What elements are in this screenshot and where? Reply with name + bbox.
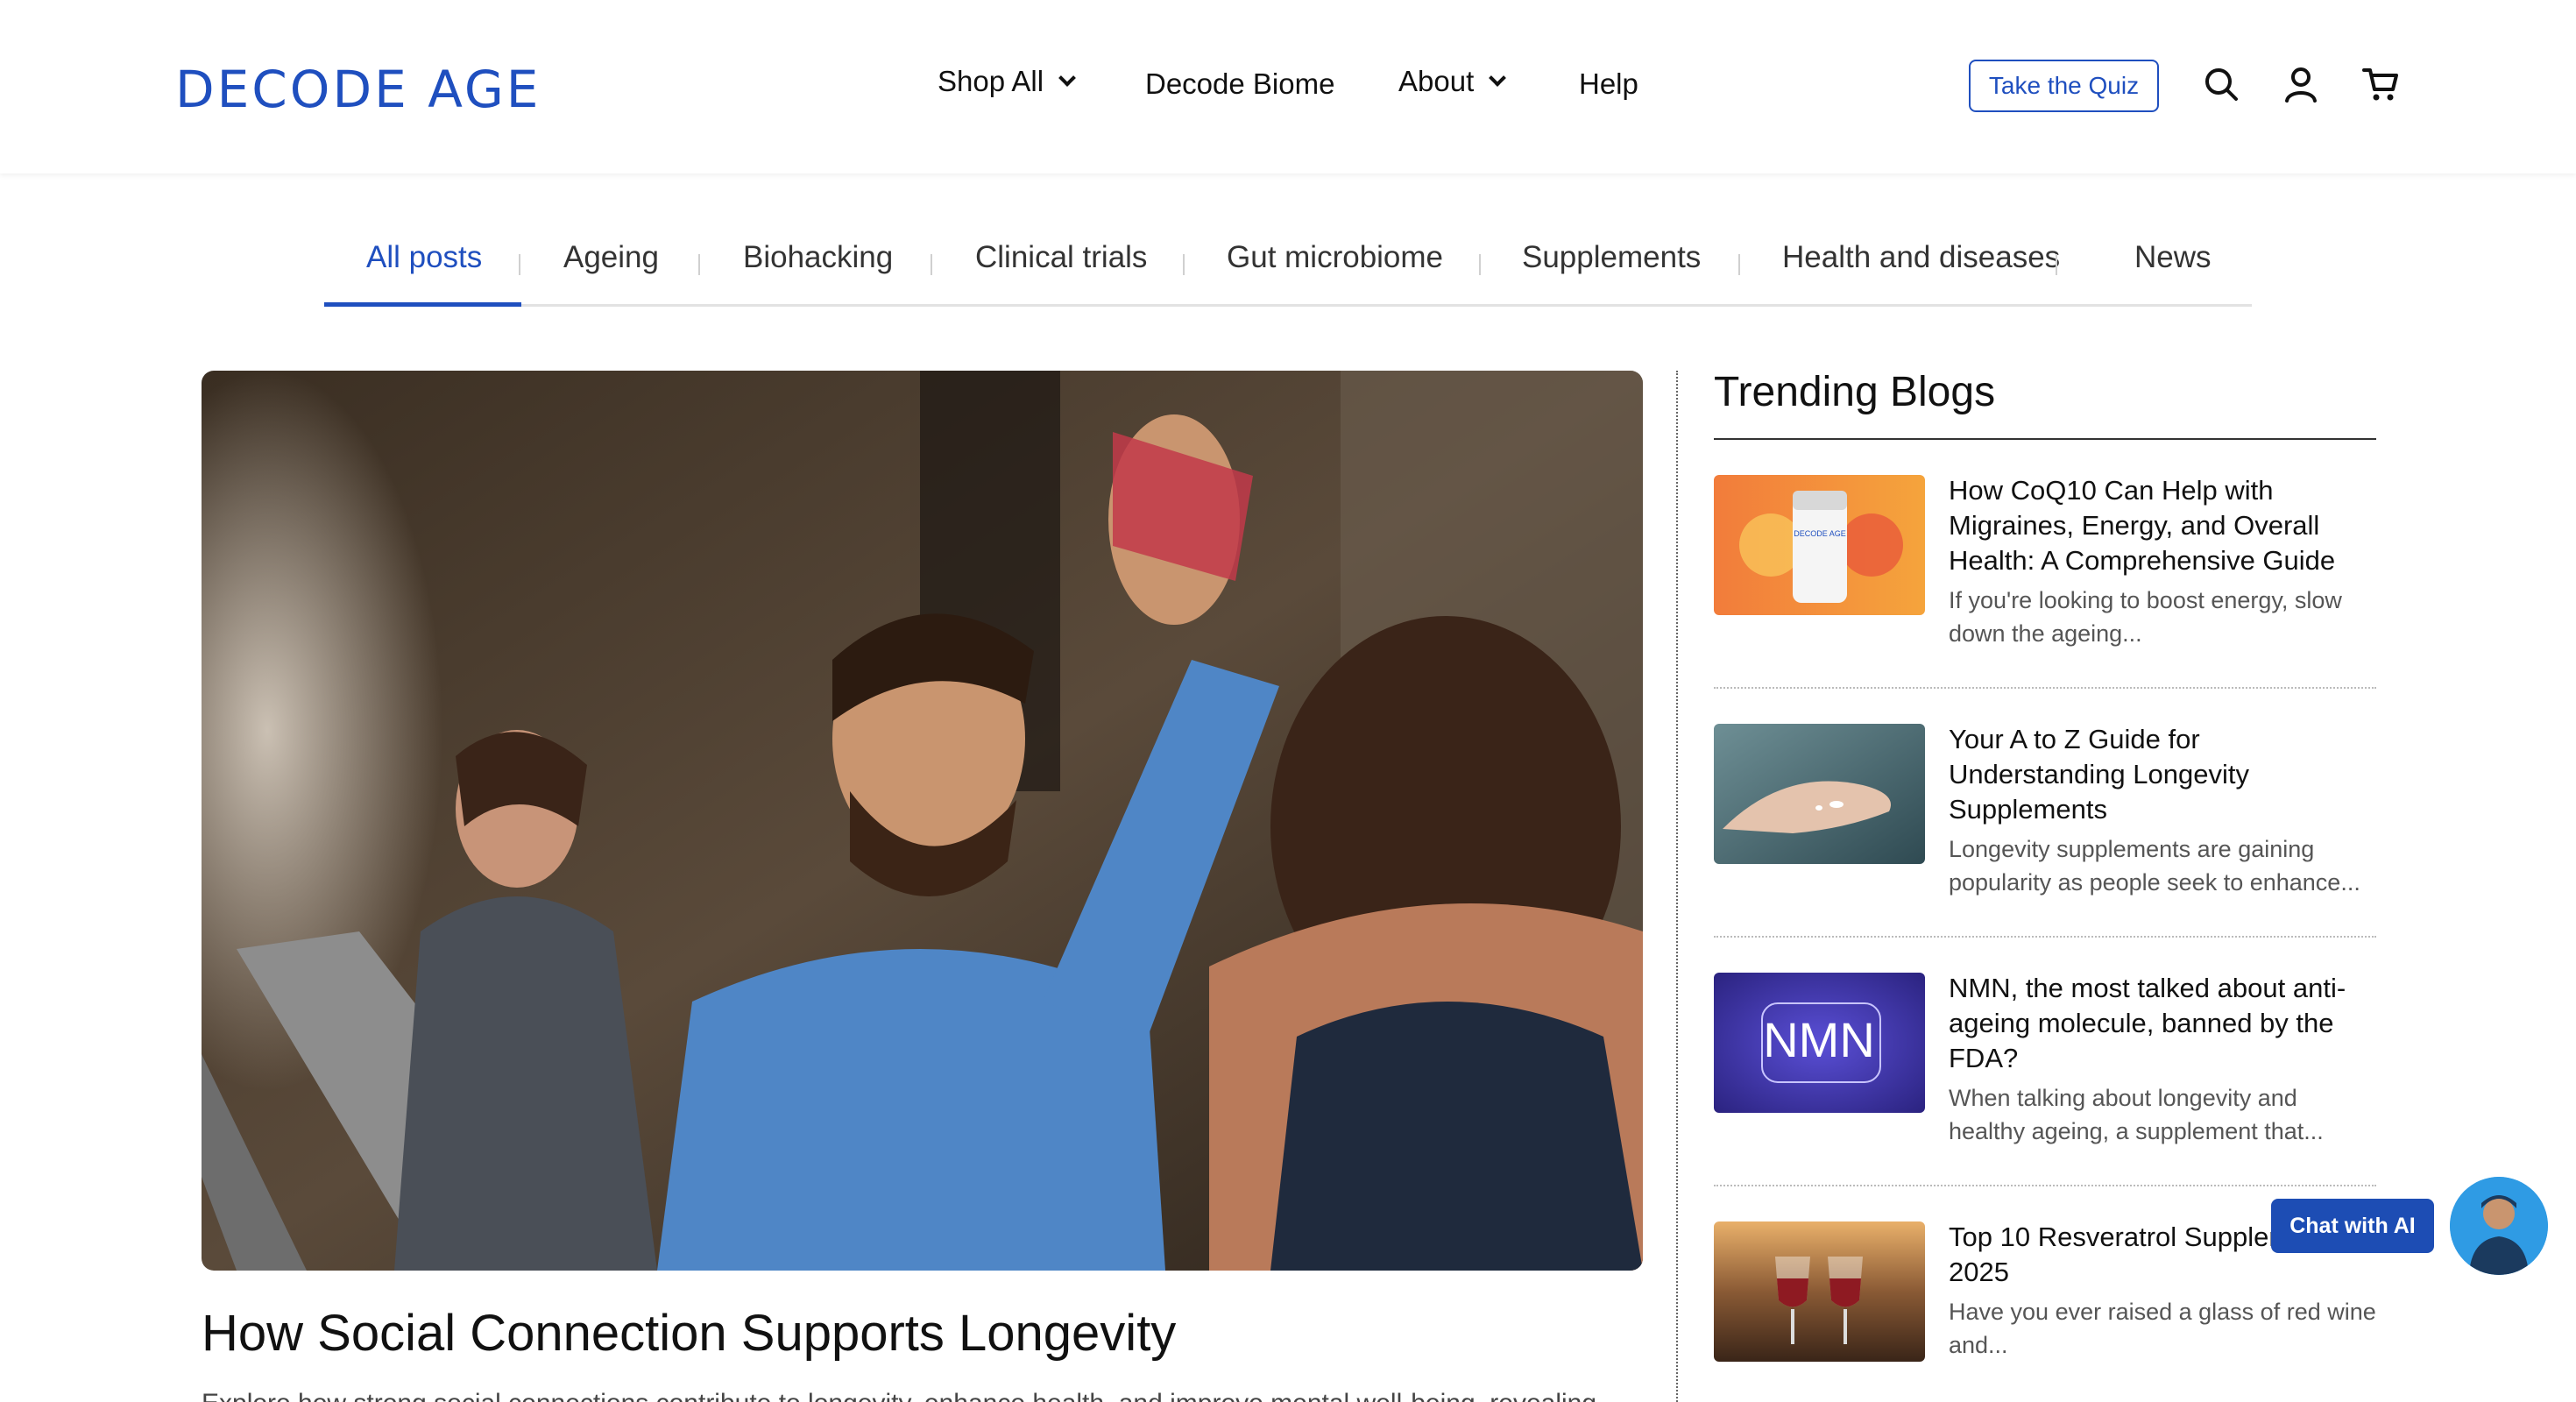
blog-thumbnail [1714, 1221, 1925, 1362]
red-wine-image [1714, 1221, 1925, 1362]
blog-thumbnail: NMN [1714, 973, 1925, 1113]
tab-divider [698, 254, 700, 275]
blog-thumbnail [1714, 724, 1925, 864]
site-header: DECODE AGE Shop All Decode Biome About H… [0, 0, 2576, 173]
hand-with-pills-image [1714, 724, 1925, 864]
trending-item[interactable]: NMN NMN, the most talked about anti-agei… [1714, 938, 2376, 1186]
chevron-down-icon [1058, 69, 1076, 87]
tab-all-posts[interactable]: All posts [366, 240, 482, 275]
tab-news[interactable]: News [2134, 240, 2212, 275]
column-divider [1676, 371, 1678, 1402]
tab-divider [1183, 254, 1185, 275]
blog-thumbnail: DECODE AGE [1714, 475, 1925, 615]
tab-divider [931, 254, 932, 275]
category-tabs: All posts Ageing Biohacking Clinical tri… [324, 219, 2252, 307]
tab-supplements[interactable]: Supplements [1522, 240, 1701, 275]
chat-with-ai-button[interactable]: Chat with AI [2271, 1199, 2434, 1253]
cart-icon[interactable] [2361, 65, 2400, 103]
blog-excerpt: When talking about longevity and healthy… [1949, 1085, 2324, 1144]
tab-divider [1479, 254, 1481, 275]
account-icon[interactable] [2282, 65, 2320, 103]
thumb-brand-text: DECODE AGE [1794, 529, 1846, 538]
trending-item[interactable]: DECODE AGE How CoQ10 Can Help with Migra… [1714, 440, 2376, 689]
tab-ageing[interactable]: Ageing [563, 240, 659, 275]
nav-help-label: Help [1579, 67, 1638, 100]
blog-excerpt: If you're looking to boost energy, slow … [1949, 587, 2342, 647]
nav-decode-biome[interactable]: Decode Biome [1145, 67, 1334, 101]
chevron-down-icon [1489, 69, 1507, 87]
trending-item[interactable]: Your A to Z Guide for Understanding Long… [1714, 689, 2376, 938]
tab-clinical-trials[interactable]: Clinical trials [975, 240, 1147, 275]
search-icon[interactable] [2202, 65, 2240, 103]
hero-excerpt: Explore how strong social connections co… [202, 1389, 1596, 1402]
nav-about[interactable]: About [1398, 65, 1507, 98]
assistant-avatar-icon [2450, 1177, 2548, 1275]
tab-divider [2056, 254, 2057, 275]
gym-high-five-photo [202, 371, 1643, 1271]
tab-gut-microbiome[interactable]: Gut microbiome [1227, 240, 1443, 275]
nmn-molecule-image: NMN [1714, 973, 1925, 1113]
blog-excerpt: Longevity supplements are gaining popula… [1949, 836, 2360, 896]
coq10-product-image: DECODE AGE [1714, 475, 1925, 615]
blog-title[interactable]: NMN, the most talked about anti-ageing m… [1949, 971, 2376, 1076]
nav-help[interactable]: Help [1579, 67, 1638, 101]
nav-shop-all-label: Shop All [938, 65, 1044, 97]
take-quiz-button[interactable]: Take the Quiz [1969, 60, 2159, 112]
trending-heading: Trending Blogs [1714, 369, 1996, 415]
blog-title[interactable]: How CoQ10 Can Help with Migraines, Energ… [1949, 473, 2376, 578]
active-tab-indicator [324, 302, 521, 307]
thumb-nmn-text: NMN [1763, 1012, 1875, 1067]
blog-excerpt: Have you ever raised a glass of red wine… [1949, 1299, 2376, 1358]
nav-about-label: About [1398, 65, 1475, 97]
nav-decode-biome-label: Decode Biome [1145, 67, 1335, 100]
hero-title[interactable]: How Social Connection Supports Longevity [202, 1304, 1176, 1363]
tab-biohacking[interactable]: Biohacking [743, 240, 893, 275]
tab-divider [519, 254, 520, 275]
tab-health-and-diseases[interactable]: Health and diseases [1782, 240, 2060, 275]
nav-shop-all[interactable]: Shop All [938, 65, 1076, 98]
tab-divider [1738, 254, 1740, 275]
chat-avatar[interactable] [2450, 1177, 2548, 1275]
brand-logo[interactable]: DECODE AGE [175, 60, 541, 119]
hero-image[interactable] [202, 371, 1643, 1271]
blog-title[interactable]: Your A to Z Guide for Understanding Long… [1949, 722, 2376, 827]
